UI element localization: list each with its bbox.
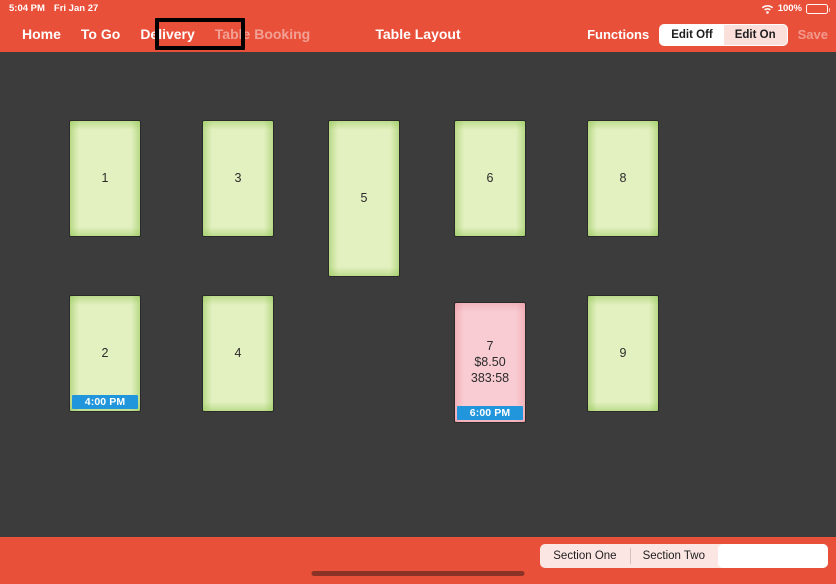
table-7[interactable]: 7 $8.50 383:58 6:00 PM xyxy=(454,302,526,423)
table-1[interactable]: 1 xyxy=(69,120,141,237)
table-9-body: 9 xyxy=(588,346,658,361)
nav-item-table-booking[interactable]: Table Booking xyxy=(205,17,320,52)
table-2-number: 2 xyxy=(101,346,109,360)
table-4-body: 4 xyxy=(203,346,273,361)
status-bar-right: 100% xyxy=(761,3,830,14)
floor-plan-canvas[interactable]: 1 3 5 6 8 2 4:00 PM 4 7 $8.50 383:58 6:00 PM 9 xyxy=(0,52,836,537)
save-button-label: Save xyxy=(797,27,828,42)
edit-on-label: Edit On xyxy=(734,28,776,41)
home-indicator xyxy=(311,571,525,576)
table-8-body: 8 xyxy=(588,171,658,186)
table-5-number: 5 xyxy=(360,191,368,205)
table-6-body: 6 xyxy=(455,171,525,186)
section-two-tab[interactable]: Section Two xyxy=(629,544,718,568)
table-2-booking-badge[interactable]: 4:00 PM xyxy=(72,395,138,409)
save-button[interactable]: Save xyxy=(798,27,828,42)
edit-mode-segmented-control: Edit Off Edit On xyxy=(659,23,788,46)
status-bar: 5:04 PM Fri Jan 27 100% xyxy=(0,0,836,17)
table-3-number: 3 xyxy=(234,171,242,185)
nav-left-group: Home To Go Delivery Table Booking xyxy=(12,17,320,52)
edit-off-label: Edit Off xyxy=(671,28,713,41)
nav-item-to-go-label: To Go xyxy=(80,26,121,42)
nav-item-delivery[interactable]: Delivery xyxy=(130,17,204,52)
nav-item-table-booking-label: Table Booking xyxy=(214,26,311,42)
battery-percent-label: 100% xyxy=(777,3,802,14)
nav-item-to-go[interactable]: To Go xyxy=(71,17,130,52)
table-9[interactable]: 9 xyxy=(587,295,659,412)
table-3[interactable]: 3 xyxy=(202,120,274,237)
table-5-body: 5 xyxy=(329,191,399,206)
section-one-label: Section One xyxy=(553,550,617,562)
table-6-number: 6 xyxy=(486,171,494,185)
table-4-number: 4 xyxy=(234,346,242,360)
table-1-number: 1 xyxy=(101,171,109,185)
table-8-number: 8 xyxy=(619,171,627,185)
nav-item-delivery-label: Delivery xyxy=(140,26,195,42)
table-7-booking-badge[interactable]: 6:00 PM xyxy=(457,406,523,420)
section-segmented-control: Section One Section Two xyxy=(540,544,828,568)
table-layout-screen: 5:04 PM Fri Jan 27 100% Home To Go Deliv… xyxy=(0,0,836,584)
nav-right-group: Functions Edit Off Edit On Save xyxy=(587,17,828,52)
edit-off-segment[interactable]: Edit Off xyxy=(660,24,724,45)
section-one-tab[interactable]: Section One xyxy=(540,544,629,568)
status-time: 5:04 PM xyxy=(9,3,45,14)
table-3-body: 3 xyxy=(203,171,273,186)
table-9-number: 9 xyxy=(619,346,627,360)
section-two-label: Section Two xyxy=(642,550,705,562)
navigation-bar: Home To Go Delivery Table Booking Table … xyxy=(0,17,836,52)
footer-bar: Section One Section Two xyxy=(0,537,836,584)
table-7-body: 7 $8.50 383:58 xyxy=(455,339,525,386)
table-2[interactable]: 2 4:00 PM xyxy=(69,295,141,412)
table-8[interactable]: 8 xyxy=(587,120,659,237)
wifi-icon xyxy=(761,4,774,14)
edit-on-segment[interactable]: Edit On xyxy=(724,25,787,45)
status-date: Fri Jan 27 xyxy=(53,3,99,14)
table-4[interactable]: 4 xyxy=(202,295,274,412)
section-three-tab[interactable] xyxy=(718,544,828,568)
table-6[interactable]: 6 xyxy=(454,120,526,237)
table-7-amount: $8.50 xyxy=(474,355,506,369)
battery-full-icon xyxy=(806,3,830,14)
nav-item-home-label: Home xyxy=(22,26,61,42)
functions-button-label: Functions xyxy=(587,27,650,42)
nav-item-home[interactable]: Home xyxy=(12,17,71,52)
table-5[interactable]: 5 xyxy=(328,120,400,277)
functions-button[interactable]: Functions xyxy=(587,27,649,42)
table-7-timer: 383:58 xyxy=(470,371,510,385)
table-1-body: 1 xyxy=(70,171,140,186)
status-bar-left: 5:04 PM Fri Jan 27 xyxy=(9,3,98,14)
table-2-body: 2 xyxy=(70,346,140,361)
table-7-number: 7 xyxy=(486,339,494,353)
